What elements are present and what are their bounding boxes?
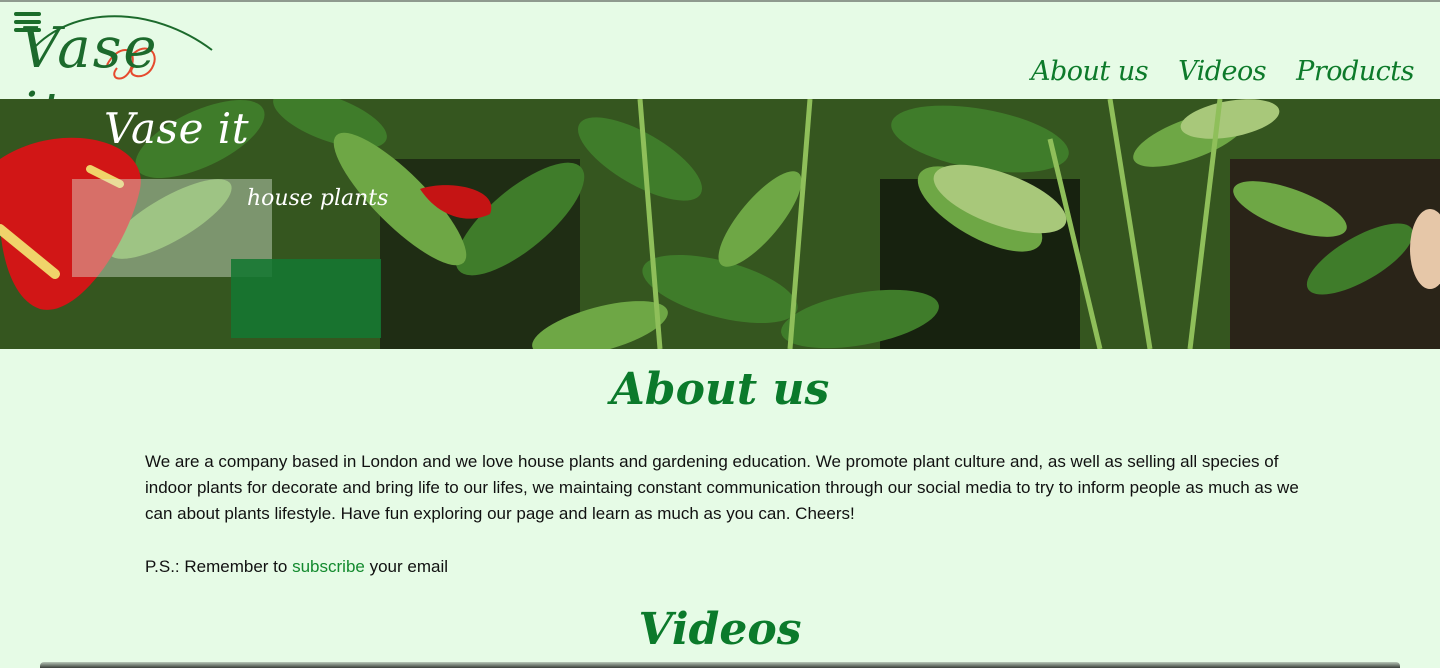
nav-products[interactable]: Products xyxy=(1296,56,1414,87)
main-nav: About us Videos Products xyxy=(1031,56,1414,87)
ps-suffix: your email xyxy=(364,557,448,576)
videos-section-edge xyxy=(40,662,1400,668)
subscribe-link[interactable]: subscribe xyxy=(292,557,365,576)
about-heading: About us xyxy=(610,364,830,415)
nav-about-us[interactable]: About us xyxy=(1031,56,1149,87)
hero-subtitle-box xyxy=(231,259,381,338)
hero-title: Vase it xyxy=(104,104,250,153)
hero-subtitle: house plants xyxy=(247,186,389,211)
site-logo[interactable]: Vase it xyxy=(12,10,217,146)
ps-prefix: P.S.: Remember to xyxy=(145,557,293,576)
videos-heading: Videos xyxy=(638,604,802,655)
site-header: Vase it About us Videos Products xyxy=(0,2,1440,146)
about-paragraph: We are a company based in London and we … xyxy=(145,452,1299,523)
nav-videos[interactable]: Videos xyxy=(1178,56,1267,87)
ps-note: P.S.: Remember to subscribe your email xyxy=(145,556,448,578)
